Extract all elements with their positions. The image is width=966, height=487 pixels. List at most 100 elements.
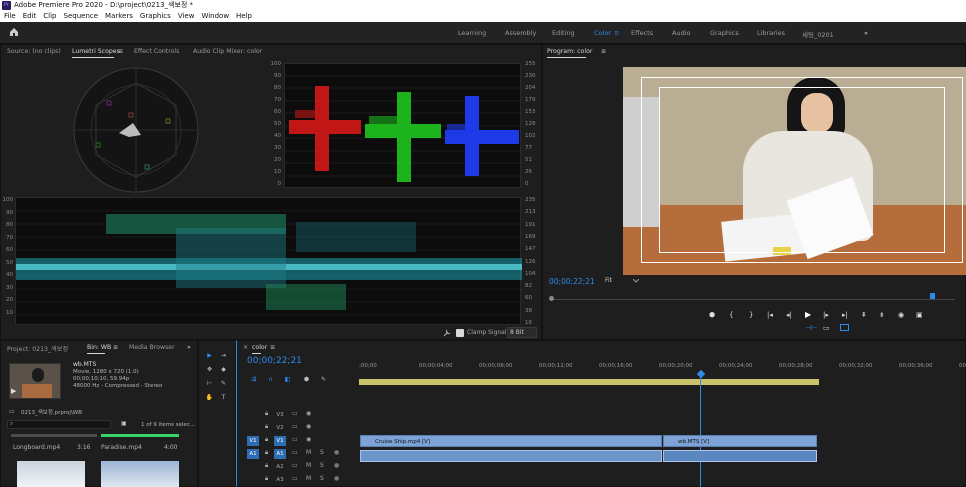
workspace-learning[interactable]: Learning (458, 29, 486, 37)
audio-clip-wb[interactable] (663, 450, 817, 462)
hand-tool-icon[interactable]: ✋ (205, 393, 214, 402)
track-mute-icon[interactable]: M (306, 462, 311, 469)
menu-edit[interactable]: Edit (23, 11, 37, 22)
close-sequence-icon[interactable]: × (243, 344, 248, 351)
safe-margins-icon[interactable] (840, 324, 849, 331)
tab-sequence-color[interactable]: color (252, 344, 267, 354)
track-target-v3[interactable]: V3 (274, 410, 286, 420)
clamp-signal-checkbox[interactable] (456, 329, 464, 337)
track-voice-icon[interactable]: ● (334, 475, 339, 482)
track-target-a3[interactable]: A3 (274, 475, 286, 485)
menu-help[interactable]: Help (236, 11, 252, 22)
tab-media-browser[interactable]: Media Browser (129, 344, 175, 351)
item-name-2[interactable]: Paradise.mp4 (101, 444, 142, 451)
menu-sequence[interactable]: Sequence (64, 11, 99, 22)
menu-clip[interactable]: Clip (43, 11, 56, 22)
nest-icon[interactable]: ⇶ (249, 375, 258, 384)
program-playhead[interactable] (930, 293, 935, 299)
add-marker-icon[interactable]: ⬢ (709, 311, 715, 319)
track-solo-icon[interactable]: S (320, 449, 324, 456)
vr-video-icon[interactable]: ▭ (823, 324, 830, 332)
wrench-icon[interactable] (443, 329, 451, 337)
track-mute-icon[interactable]: M (306, 475, 311, 482)
track-eye-icon[interactable]: ◉ (306, 410, 311, 417)
track-sync-icon[interactable]: ▭ (292, 475, 298, 482)
sequence-menu-icon[interactable]: ≡ (270, 344, 275, 351)
timeline-settings-icon[interactable]: ✎ (319, 375, 328, 384)
track-sync-icon[interactable]: ▭ (292, 423, 298, 430)
track-solo-icon[interactable]: S (320, 475, 324, 482)
workspace-graphics[interactable]: Graphics (710, 29, 739, 37)
track-voice-icon[interactable]: ● (334, 449, 339, 456)
razor-tool-icon[interactable]: ◆ (219, 365, 228, 374)
bin-menu-icon[interactable]: ≡ (113, 344, 118, 351)
clip-thumbnail[interactable] (9, 363, 61, 399)
thumbnail-play-icon[interactable]: ▶ (11, 387, 16, 395)
program-monitor-title[interactable]: Program: color (547, 48, 592, 58)
track-mute-icon[interactable]: M (306, 449, 311, 456)
workspace-assembly[interactable]: Assembly (505, 29, 536, 37)
thumbnail-longboard[interactable] (17, 461, 85, 487)
menu-window[interactable]: Window (201, 11, 229, 22)
clip-wb-video[interactable]: wb.MTS [V] (663, 435, 817, 447)
track-target-a2[interactable]: A2 (274, 462, 286, 472)
slip-tool-icon[interactable]: ⊢ (205, 379, 214, 388)
source-patch-v1[interactable]: V1 (247, 436, 259, 446)
track-target-a1[interactable]: A1 (274, 449, 286, 459)
go-to-in-icon[interactable]: |◂ (767, 311, 773, 319)
track-sync-icon[interactable]: ▭ (292, 410, 298, 417)
pen-tool-icon[interactable]: ✎ (219, 379, 228, 388)
menu-file[interactable]: File (4, 11, 16, 22)
track-sync-icon[interactable]: ▭ (292, 462, 298, 469)
track-lock-icon[interactable]: 🔒︎ (265, 449, 268, 457)
type-tool-icon[interactable]: T (219, 393, 228, 402)
program-timecode[interactable]: 00;00;22;21 (549, 277, 595, 286)
track-voice-icon[interactable]: ● (334, 462, 339, 469)
step-back-icon[interactable]: ◂| (786, 311, 792, 319)
track-select-tool-icon[interactable]: ⇥ (219, 351, 228, 360)
track-lock-icon[interactable]: 🔒︎ (265, 436, 268, 444)
step-forward-icon[interactable]: |▸ (823, 311, 829, 319)
zoom-select[interactable]: Fit (605, 277, 635, 287)
time-ruler[interactable]: :00;00 00;00;04;00 00;00;08;00 00;00;12;00 0… (359, 361, 966, 373)
mark-in-icon[interactable]: { (729, 311, 733, 319)
scrubber-start-handle[interactable] (549, 296, 554, 301)
workspace-libraries[interactable]: Libraries (757, 29, 785, 37)
timeline-timecode[interactable]: 00;00;22;21 (247, 356, 302, 366)
workspace-more-icon[interactable]: » (864, 29, 868, 37)
track-sync-icon[interactable]: ▭ (292, 449, 298, 456)
workspace-effects[interactable]: Effects (631, 29, 653, 37)
tab-lumetri-scopes[interactable]: Lumetri Scopes (72, 48, 120, 58)
menu-graphics[interactable]: Graphics (140, 11, 171, 22)
clip-cruise-ship[interactable]: Cruise Ship.mp4 [V] (360, 435, 662, 447)
export-frame-icon[interactable]: ◉ (898, 311, 904, 319)
thumbnail-paradise[interactable] (101, 461, 179, 487)
track-eye-icon[interactable]: ◉ (306, 423, 311, 430)
extract-icon[interactable]: ⇟ (879, 311, 885, 319)
item-name-1[interactable]: Longboard.mp4 (13, 444, 60, 451)
workspace-audio[interactable]: Audio (672, 29, 690, 37)
track-lock-icon[interactable]: 🔒︎ (265, 462, 268, 470)
add-marker-timeline-icon[interactable]: ⬢ (302, 375, 311, 384)
work-area-bar[interactable] (359, 379, 819, 385)
snap-icon[interactable]: ∩ (266, 375, 275, 384)
button-editor-icon[interactable]: ▣ (916, 311, 923, 319)
track-solo-icon[interactable]: S (320, 462, 324, 469)
track-lock-icon[interactable]: 🔒︎ (265, 475, 268, 483)
tab-audio-clip-mixer[interactable]: Audio Clip Mixer: color (193, 48, 262, 55)
workspace-color-menu-icon[interactable]: ≡ (614, 29, 619, 37)
source-patch-a1[interactable]: A1 (247, 449, 259, 459)
workspace-custom[interactable]: 세팅_0201 (802, 29, 834, 39)
new-bin-icon[interactable]: ▣ (121, 420, 127, 427)
track-lock-icon[interactable]: 🔒︎ (265, 423, 268, 431)
lumetri-menu-icon[interactable]: ≡ (118, 48, 123, 55)
linked-selection-icon[interactable]: ◧ (283, 375, 292, 384)
ripple-edit-tool-icon[interactable]: ✥ (205, 365, 214, 374)
play-icon[interactable]: ▶ (805, 310, 811, 319)
track-target-v1[interactable]: V1 (274, 436, 286, 446)
menu-markers[interactable]: Markers (105, 11, 133, 22)
mark-out-icon[interactable]: } (749, 311, 753, 319)
track-sync-icon[interactable]: ▭ (292, 436, 298, 443)
program-scrubber-track[interactable] (553, 299, 955, 300)
program-video-frame[interactable] (623, 67, 966, 275)
